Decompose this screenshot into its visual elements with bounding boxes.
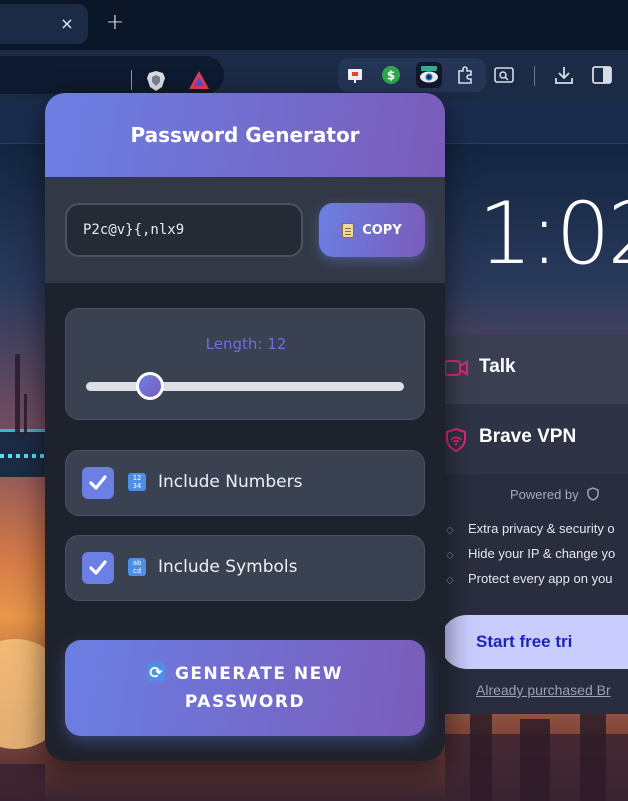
check-shield-icon: ◇ (446, 550, 454, 561)
generate-button-text: GENERATE NEW PASSWORD (105, 659, 385, 716)
brave-vpn-row[interactable]: Brave VPN (430, 404, 628, 474)
length-slider[interactable] (86, 372, 404, 400)
background-ground (0, 764, 45, 801)
toolbar-divider (534, 66, 535, 86)
check-shield-icon: ◇ (446, 575, 454, 586)
address-bar[interactable] (0, 56, 224, 94)
background-building (470, 704, 492, 801)
extension-slides-icon[interactable] (342, 62, 368, 88)
downloads-icon[interactable] (552, 63, 576, 87)
include-symbols-label: Include Symbols (158, 557, 298, 577)
background-antenna (15, 354, 20, 434)
vpn-feature-text: Extra privacy & security o (468, 521, 615, 536)
sidebar-toggle-icon[interactable] (590, 63, 614, 87)
include-numbers-option[interactable]: 12 34 Include Numbers (65, 450, 425, 516)
brave-shields-icon[interactable] (146, 70, 166, 92)
include-symbols-option[interactable]: ab cd Include Symbols (65, 535, 425, 601)
length-control-card: Length: 12 (65, 308, 425, 420)
brave-talk-label: Talk (479, 356, 516, 377)
brave-rewards-icon[interactable] (188, 70, 210, 90)
extension-dollar-icon[interactable]: $ (378, 62, 404, 88)
checkmark-icon (89, 560, 107, 575)
password-output-row: P2c@v}{,nlx9 COPY (45, 177, 445, 283)
generate-button-label: GENERATE NEW PASSWORD (174, 664, 344, 712)
include-numbers-checkbox[interactable] (82, 467, 114, 499)
powered-by-text: Powered by (510, 487, 600, 502)
vpn-feature-item: ◇ Extra privacy & security o (446, 521, 615, 536)
refresh-icon (146, 659, 165, 687)
checkmark-icon (89, 475, 107, 490)
browser-tab[interactable]: × (0, 4, 88, 44)
extension-password-generator-icon[interactable] (416, 62, 442, 88)
vpn-feature-text: Protect every app on you (468, 571, 613, 586)
vpn-feature-text: Hide your IP & change yo (468, 546, 616, 561)
copy-button-label: COPY (362, 222, 402, 238)
brave-vpn-body: Powered by ◇ Extra privacy & security o ◇… (430, 474, 628, 714)
check-shield-icon: ◇ (446, 525, 454, 536)
address-bar-divider (131, 70, 132, 90)
vpn-shield-icon (446, 428, 466, 452)
length-label: Length: 12 (205, 335, 287, 353)
generate-password-button[interactable]: GENERATE NEW PASSWORD (65, 640, 425, 736)
tab-strip: × + (0, 0, 628, 50)
close-tab-icon[interactable]: × (58, 15, 76, 33)
video-camera-icon (444, 360, 468, 376)
background-building (580, 699, 606, 801)
already-purchased-link[interactable]: Already purchased Br (476, 682, 611, 698)
guardian-logo-icon (587, 487, 599, 501)
background-airship (0, 429, 46, 477)
brave-vpn-label: Brave VPN (479, 426, 577, 447)
background-antenna (24, 394, 27, 434)
extensions-puzzle-icon[interactable] (452, 62, 478, 88)
include-symbols-checkbox[interactable] (82, 552, 114, 584)
input-numbers-icon: 12 34 (128, 473, 146, 491)
svg-text:$: $ (387, 69, 395, 83)
password-generator-popup: Password Generator P2c@v}{,nlx9 COPY Len… (45, 93, 445, 761)
copy-button[interactable]: COPY (319, 203, 425, 257)
length-slider-thumb[interactable] (135, 372, 164, 400)
ntp-clock: 1:02 (478, 184, 628, 284)
popup-title: Password Generator (130, 123, 360, 147)
include-numbers-label: Include Numbers (158, 472, 303, 492)
start-free-trial-button[interactable]: Start free tri (440, 615, 628, 669)
extensions-group: $ (338, 58, 486, 92)
background-airship-lights (0, 454, 46, 458)
new-tab-button[interactable]: + (104, 12, 126, 34)
input-latin-icon: ab cd (128, 558, 146, 576)
popup-header: Password Generator (45, 93, 445, 177)
vpn-feature-item: ◇ Hide your IP & change yo (446, 546, 615, 561)
tab-search-icon[interactable] (492, 63, 516, 87)
clipboard-icon (342, 222, 355, 238)
password-output-field[interactable]: P2c@v}{,nlx9 (65, 203, 303, 257)
background-building (520, 719, 550, 801)
brave-talk-row[interactable]: Talk (430, 334, 628, 404)
vpn-feature-item: ◇ Protect every app on you (446, 571, 613, 586)
powered-by-label: Powered by (510, 487, 579, 502)
